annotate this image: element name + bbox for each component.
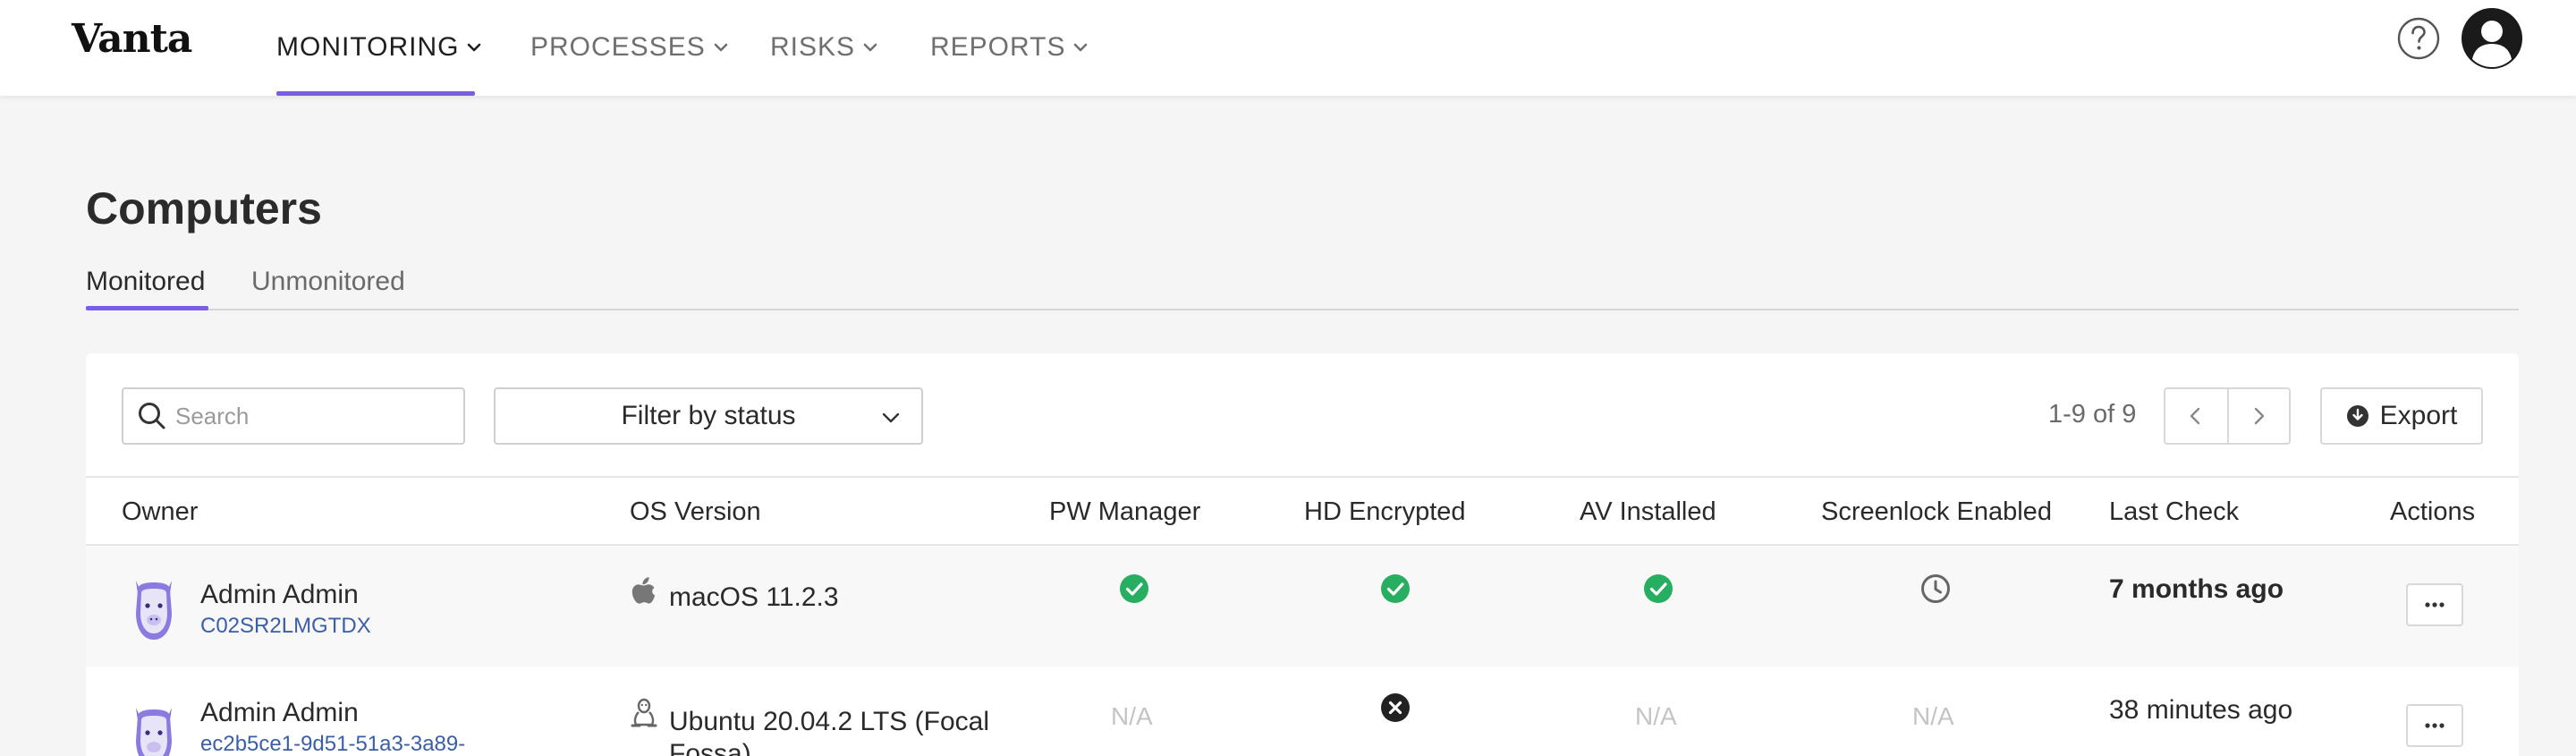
export-button[interactable]: Export xyxy=(2320,387,2483,445)
pagination-controls xyxy=(2164,387,2291,445)
owner-name[interactable]: Admin Admin xyxy=(200,698,359,728)
search-input[interactable] xyxy=(175,402,444,430)
column-header-pw-manager[interactable]: PW Manager xyxy=(1049,497,1200,527)
clock-icon xyxy=(1921,574,1950,603)
row-actions-button[interactable] xyxy=(2406,583,2463,626)
x-circle-icon xyxy=(1381,693,1410,722)
tab-active-indicator xyxy=(86,306,208,310)
screenlock-enabled-na: N/A xyxy=(1912,702,1954,730)
check-circle-icon xyxy=(1644,574,1673,603)
column-header-os-version[interactable]: OS Version xyxy=(630,497,761,527)
last-check: 38 minutes ago xyxy=(2109,695,2293,725)
llama-avatar-icon xyxy=(136,708,172,756)
owner-serial: ec2b5ce1-9d51-51a3-3a89- xyxy=(200,732,466,756)
tabs-divider xyxy=(86,309,2519,310)
column-header-owner[interactable]: Owner xyxy=(122,497,198,527)
next-page-button[interactable] xyxy=(2226,389,2289,443)
last-check: 7 months ago xyxy=(2109,574,2284,604)
os-version: Ubuntu 20.04.2 LTS (Focal Fossa) xyxy=(669,707,989,756)
chevron-down-icon xyxy=(468,43,481,52)
vanta-logo[interactable]: Vanta xyxy=(72,16,192,62)
av-installed-na: N/A xyxy=(1635,702,1677,730)
check-circle-icon xyxy=(1120,574,1148,603)
table-row[interactable]: Admin Admin C02SR2LMGTDX macOS 11.2.3 7 … xyxy=(86,546,2519,667)
search-box[interactable] xyxy=(122,387,465,445)
user-avatar-icon[interactable] xyxy=(2461,7,2523,70)
more-horizontal-icon xyxy=(2425,602,2445,607)
check-circle-icon xyxy=(1381,574,1410,603)
export-label: Export xyxy=(2379,401,2458,430)
column-header-av-installed[interactable]: AV Installed xyxy=(1580,497,1716,527)
pw-manager-na: N/A xyxy=(1111,702,1153,730)
filter-by-status-dropdown[interactable]: Filter by status xyxy=(494,387,923,445)
filter-label: Filter by status xyxy=(621,401,796,430)
tab-unmonitored[interactable]: Unmonitored xyxy=(251,267,405,297)
row-actions-button[interactable] xyxy=(2406,704,2463,747)
page-title: Computers xyxy=(86,183,322,234)
previous-page-button[interactable] xyxy=(2165,389,2227,443)
nav-processes[interactable]: PROCESSES xyxy=(530,32,729,63)
chevron-down-icon xyxy=(1074,43,1088,52)
search-icon xyxy=(139,403,165,429)
nav-reports-label: REPORTS xyxy=(930,32,1066,62)
os-version: macOS 11.2.3 xyxy=(669,582,839,612)
nav-reports[interactable]: REPORTS xyxy=(930,32,1089,63)
chevron-down-icon xyxy=(714,43,728,52)
chevron-down-icon xyxy=(882,412,900,423)
nav-monitoring-label: MONITORING xyxy=(276,32,460,62)
column-header-hd-encrypted[interactable]: HD Encrypted xyxy=(1304,497,1466,527)
chevron-down-icon xyxy=(863,43,877,52)
help-icon[interactable] xyxy=(2396,16,2441,61)
table-header: Owner OS Version PW Manager HD Encrypted… xyxy=(86,476,2519,546)
download-icon xyxy=(2346,405,2368,427)
tab-monitored[interactable]: Monitored xyxy=(86,267,205,297)
table-row[interactable]: Admin Admin ec2b5ce1-9d51-51a3-3a89- Ubu… xyxy=(86,667,2519,756)
column-header-last-check[interactable]: Last Check xyxy=(2109,497,2239,527)
nav-risks-label: RISKS xyxy=(770,32,856,62)
nav-risks[interactable]: RISKS xyxy=(770,32,878,63)
chevron-left-icon xyxy=(2190,407,2200,425)
nav-monitoring[interactable]: MONITORING xyxy=(276,32,482,63)
nav-active-indicator xyxy=(276,91,475,96)
llama-avatar-icon xyxy=(136,581,172,640)
column-header-actions: Actions xyxy=(2390,497,2476,526)
linux-icon xyxy=(631,698,657,727)
top-navigation-bar: Vanta MONITORING PROCESSES RISKS REPORTS xyxy=(0,0,2576,96)
column-header-screenlock-enabled[interactable]: Screenlock Enabled xyxy=(1821,497,2052,527)
nav-processes-label: PROCESSES xyxy=(530,32,706,62)
owner-name[interactable]: Admin Admin xyxy=(200,580,359,610)
pagination-count: 1-9 of 9 xyxy=(2048,400,2137,429)
chevron-right-icon xyxy=(2255,407,2265,425)
more-horizontal-icon xyxy=(2425,723,2445,728)
apple-icon xyxy=(631,577,656,604)
owner-serial: C02SR2LMGTDX xyxy=(200,614,371,638)
computers-table-card: Filter by status 1-9 of 9 Export Owner O… xyxy=(86,353,2519,756)
